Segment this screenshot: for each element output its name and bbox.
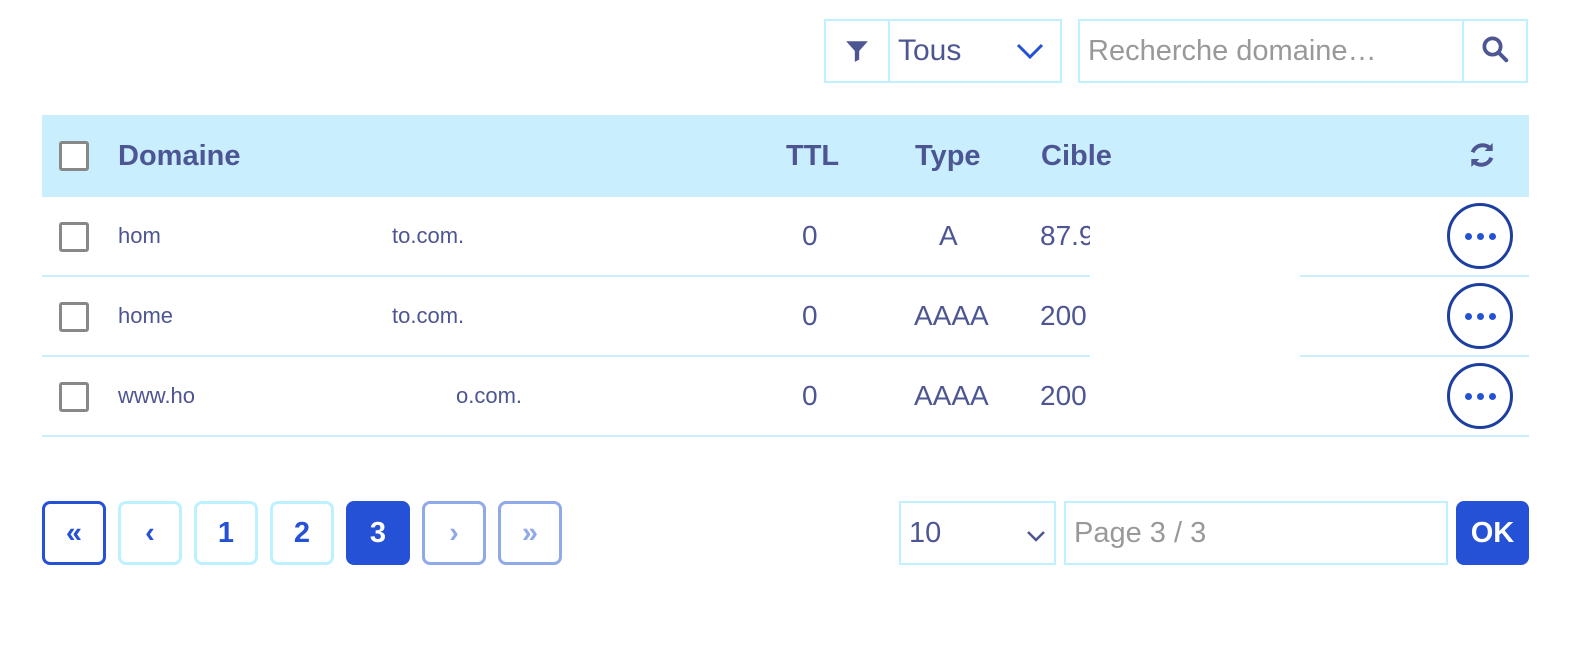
search-input[interactable] [1080,21,1462,81]
filter-select[interactable]: Tous [890,21,1060,81]
refresh-icon[interactable] [1466,139,1498,176]
more-icon [1464,312,1472,320]
domain-cell-start: hom [118,223,161,248]
redaction-mask [1090,197,1300,277]
ttl-cell: 0 [802,380,818,411]
row-checkbox[interactable] [59,382,89,412]
row-checkbox[interactable] [59,222,89,252]
page-size-value: 10 [909,516,942,549]
filter-group: Tous [824,19,1062,83]
type-cell: A [939,220,958,251]
column-header-domain[interactable]: Domaine [118,140,240,173]
page-controls: 10 OK [899,501,1529,565]
domain-cell-end: to.com. [392,303,465,328]
domain-cell-start: www.ho [118,383,196,408]
table-header: Domaine TTL Type Cible [42,115,1529,197]
more-icon-dot [1476,312,1484,320]
column-header-ttl[interactable]: TTL [786,140,839,173]
type-cell: AAAA [914,300,989,331]
column-header-target[interactable]: Cible [1041,140,1112,173]
page-number-input[interactable] [1064,501,1448,565]
ok-button[interactable]: OK [1456,501,1529,565]
chevron-down-icon [1026,517,1046,550]
pagination: « ‹ 1 2 3 › » [42,501,574,565]
select-all-checkbox[interactable] [59,141,89,171]
filter-selected-value: Tous [898,34,962,67]
row-checkbox[interactable] [59,302,89,332]
row-actions-button[interactable] [1447,283,1513,349]
filter-icon[interactable] [826,21,890,81]
page-size-select[interactable]: 10 [899,501,1056,565]
redaction-mask [1090,275,1300,357]
search-group [1078,19,1528,83]
more-icon [1464,232,1472,240]
more-icon [1464,392,1472,400]
column-header-type[interactable]: Type [915,140,981,173]
row-actions-button[interactable] [1447,203,1513,269]
search-icon [1480,34,1510,69]
toolbar: Tous [824,19,1528,83]
domain-cell-end: to.com. [392,223,465,248]
target-cell: 87.9 [1040,220,1095,251]
prev-page-button[interactable]: ‹ [118,501,182,565]
more-icon-dot [1488,392,1496,400]
type-cell: AAAA [914,380,989,411]
more-icon-dot [1488,232,1496,240]
target-cell: 200 [1040,300,1087,331]
chevron-down-icon [1016,34,1044,68]
dns-records-table: Domaine TTL Type Cible hom to.com. 0 A 8… [42,115,1529,437]
ttl-cell: 0 [802,300,818,331]
row-actions-button[interactable] [1447,363,1513,429]
page-button-3[interactable]: 3 [346,501,410,565]
table-row: hom to.com. 0 A 87.9 [42,197,1529,277]
page-button-1[interactable]: 1 [194,501,258,565]
last-page-button[interactable]: » [498,501,562,565]
table-row: home to.com. 0 AAAA 200 [42,275,1529,357]
search-button[interactable] [1462,21,1526,81]
more-icon-dot [1488,312,1496,320]
domain-cell-start: home [118,303,174,328]
more-icon-dot [1476,232,1484,240]
target-cell: 200 [1040,380,1087,411]
first-page-button[interactable]: « [42,501,106,565]
page-button-2[interactable]: 2 [270,501,334,565]
more-icon-dot [1476,392,1484,400]
domain-cell-end: o.com. [456,383,523,408]
next-page-button[interactable]: › [422,501,486,565]
ttl-cell: 0 [802,220,818,251]
table-row: www.ho o.com. 0 AAAA 200 [42,357,1529,437]
